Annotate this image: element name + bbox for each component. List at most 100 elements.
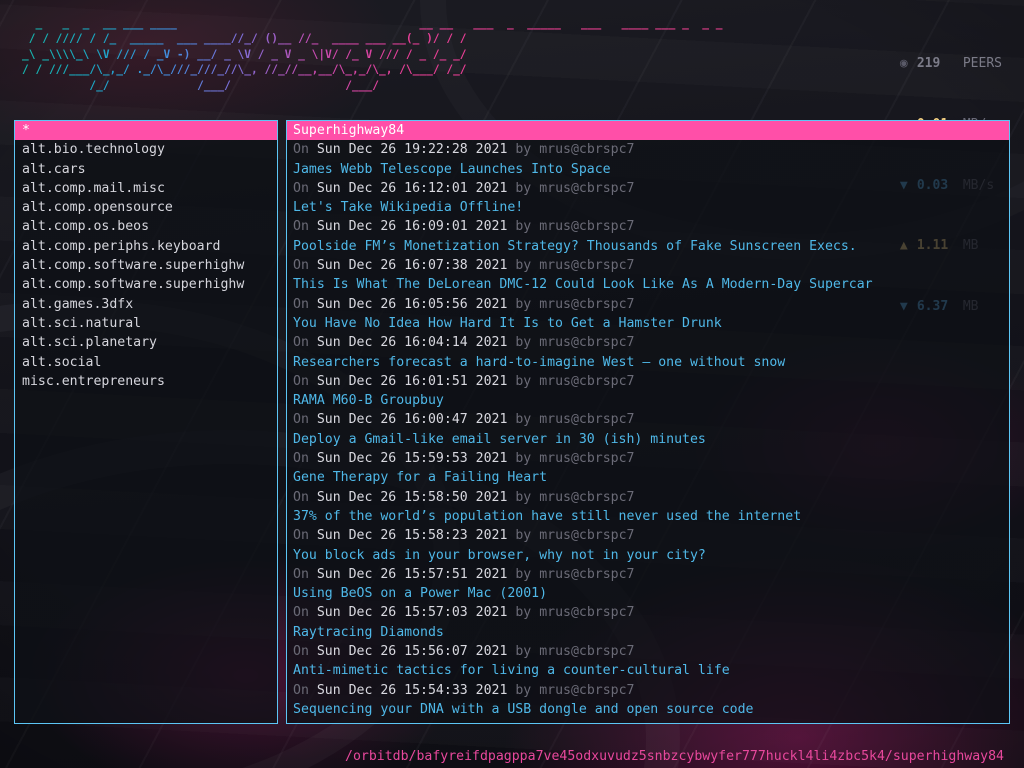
article-title[interactable]: Poolside FM’s Monetization Strategy? Tho… <box>287 237 1009 256</box>
article-timestamp: Sun Dec 26 16:09:01 2021 <box>316 219 508 235</box>
article-author: mrus@cbrspc7 <box>539 296 635 312</box>
articles-list[interactable]: Superhighway84 On Sun Dec 26 19:22:28 202… <box>287 121 1009 723</box>
article-meta-by: by <box>515 412 532 428</box>
article-title[interactable]: RAMA M60-B Groupbuy <box>287 391 1009 410</box>
article-title[interactable]: 37% of the world’s population have still… <box>287 507 1009 526</box>
groups-list[interactable]: * alt.bio.technology alt.cars alt.comp.mail… <box>15 121 277 723</box>
article-meta-by: by <box>515 180 532 196</box>
stat-peers: ◉ 219 PEERS <box>900 54 1002 74</box>
article-meta-on: On <box>293 644 309 660</box>
article-timestamp: Sun Dec 26 16:04:14 2021 <box>316 335 508 351</box>
article-meta: On Sun Dec 26 16:04:14 2021 by mrus@cbrs… <box>287 333 1009 352</box>
article-title[interactable]: Let's Take Wikipedia Offline! <box>287 198 1009 217</box>
article-meta-on: On <box>293 566 309 582</box>
peers-dot-icon: ◉ <box>899 56 908 72</box>
article-title[interactable]: Superhighway84 <box>287 121 1009 141</box>
article-author: mrus@cbrspc7 <box>539 489 635 505</box>
sidebar-group-item[interactable]: alt.comp.software.superhighw <box>15 275 277 294</box>
article-meta-by: by <box>515 682 532 698</box>
article-title[interactable]: Deploy a Gmail-like email server in 30 (… <box>287 430 1009 449</box>
sidebar-group-item[interactable]: alt.games.3dfx <box>15 295 277 314</box>
article-timestamp: Sun Dec 26 19:22:28 2021 <box>316 142 508 158</box>
article-meta-by: by <box>515 489 532 505</box>
sidebar-group-item[interactable]: alt.comp.mail.misc <box>15 179 277 198</box>
article-title[interactable]: You Have No Idea How Hard It Is to Get a… <box>287 314 1009 333</box>
articles-panel[interactable]: Superhighway84 On Sun Dec 26 19:22:28 202… <box>286 120 1010 724</box>
article-timestamp: Sun Dec 26 15:59:53 2021 <box>316 451 508 467</box>
article-meta: On Sun Dec 26 15:57:03 2021 by mrus@cbrs… <box>287 603 1009 622</box>
article-timestamp: Sun Dec 26 15:58:50 2021 <box>316 489 508 505</box>
article-timestamp: Sun Dec 26 15:56:07 2021 <box>316 644 508 660</box>
sidebar-group-item[interactable]: alt.comp.opensource <box>15 198 277 217</box>
article-meta-on: On <box>293 142 309 158</box>
article-meta-by: by <box>515 142 532 158</box>
article-meta: On Sun Dec 26 15:56:07 2021 by mrus@cbrs… <box>287 642 1009 661</box>
article-title[interactable]: James Webb Telescope Launches Into Space <box>287 160 1009 179</box>
article-meta: On Sun Dec 26 15:57:51 2021 by mrus@cbrs… <box>287 565 1009 584</box>
sidebar-group-item[interactable]: * <box>15 121 277 141</box>
article-meta-by: by <box>515 219 532 235</box>
article-meta: On Sun Dec 26 16:12:01 2021 by mrus@cbrs… <box>287 179 1009 198</box>
article-meta-on: On <box>293 412 309 428</box>
article-meta-by: by <box>515 335 532 351</box>
sidebar-group-item[interactable]: alt.sci.natural <box>15 314 277 333</box>
sidebar-group-item[interactable]: alt.bio.technology <box>15 140 277 159</box>
article-meta-on: On <box>293 489 309 505</box>
sidebar-group-item[interactable]: alt.comp.periphs.keyboard <box>15 237 277 256</box>
article-meta-on: On <box>293 219 309 235</box>
sidebar-group-item[interactable]: alt.cars <box>15 160 277 179</box>
article-meta: On Sun Dec 26 15:54:33 2021 by mrus@cbrs… <box>287 681 1009 700</box>
article-title[interactable]: This Is What The DeLorean DMC-12 Could L… <box>287 275 1009 294</box>
article-meta: On Sun Dec 26 16:09:01 2021 by mrus@cbrs… <box>287 217 1009 236</box>
article-title[interactable]: You block ads in your browser, why not i… <box>287 546 1009 565</box>
article-timestamp: Sun Dec 26 16:01:51 2021 <box>316 373 508 389</box>
article-meta-by: by <box>515 258 532 274</box>
article-meta: On Sun Dec 26 15:59:53 2021 by mrus@cbrs… <box>287 449 1009 468</box>
article-author: mrus@cbrspc7 <box>539 451 635 467</box>
article-timestamp: Sun Dec 26 16:12:01 2021 <box>316 180 508 196</box>
article-timestamp: Sun Dec 26 15:57:03 2021 <box>316 605 508 621</box>
article-meta-by: by <box>515 296 532 312</box>
article-meta-on: On <box>293 258 309 274</box>
article-meta-on: On <box>293 605 309 621</box>
superhighway84-window: _ _ _ __ ___ ____ __ __ ___ _ _____ ___ … <box>0 0 1024 768</box>
article-author: mrus@cbrspc7 <box>539 180 635 196</box>
article-meta-by: by <box>515 644 532 660</box>
peers-unit: PEERS <box>962 56 1002 72</box>
article-timestamp: Sun Dec 26 16:07:38 2021 <box>316 258 508 274</box>
article-author: mrus@cbrspc7 <box>539 528 635 544</box>
article-meta-on: On <box>293 682 309 698</box>
article-meta-on: On <box>293 373 309 389</box>
article-title[interactable]: Gene Therapy for a Failing Heart <box>287 468 1009 487</box>
app-logo-ascii: _ _ _ __ ___ ____ __ __ ___ _ _____ ___ … <box>22 17 723 92</box>
article-meta-by: by <box>515 528 532 544</box>
sidebar-group-item[interactable]: alt.social <box>15 353 277 372</box>
sidebar-group-item[interactable]: alt.comp.software.superhighw <box>15 256 277 275</box>
article-meta-by: by <box>515 605 532 621</box>
article-title[interactable]: Using BeOS on a Power Mac (2001) <box>287 584 1009 603</box>
article-timestamp: Sun Dec 26 15:58:23 2021 <box>316 528 508 544</box>
article-meta-by: by <box>515 566 532 582</box>
article-title[interactable]: Researchers forecast a hard-to-imagine W… <box>287 353 1009 372</box>
article-author: mrus@cbrspc7 <box>539 373 635 389</box>
database-address-bar: /orbitdb/bafyreifdpagppa7ve45odxuvudz5sn… <box>345 749 1004 764</box>
sidebar-group-item[interactable]: misc.entrepreneurs <box>15 372 277 391</box>
sidebar-group-item[interactable]: alt.comp.os.beos <box>15 217 277 236</box>
groups-sidebar-panel[interactable]: * alt.bio.technology alt.cars alt.comp.mail… <box>14 120 278 724</box>
sidebar-group-item[interactable]: alt.sci.planetary <box>15 333 277 352</box>
article-author: mrus@cbrspc7 <box>539 682 635 698</box>
article-meta-on: On <box>293 180 309 196</box>
article-timestamp: Sun Dec 26 15:57:51 2021 <box>316 566 508 582</box>
article-title[interactable]: Sequencing your DNA with a USB dongle an… <box>287 700 1009 719</box>
article-title[interactable]: Anti-mimetic tactics for living a counte… <box>287 661 1009 680</box>
article-timestamp: Sun Dec 26 16:00:47 2021 <box>316 412 508 428</box>
article-title[interactable]: Raytracing Diamonds <box>287 623 1009 642</box>
article-meta-on: On <box>293 528 309 544</box>
article-author: mrus@cbrspc7 <box>539 412 635 428</box>
article-meta: On Sun Dec 26 16:05:56 2021 by mrus@cbrs… <box>287 295 1009 314</box>
article-author: mrus@cbrspc7 <box>539 605 635 621</box>
article-meta: On Sun Dec 26 16:00:47 2021 by mrus@cbrs… <box>287 410 1009 429</box>
peers-value: 219 <box>916 56 941 72</box>
article-author: mrus@cbrspc7 <box>539 258 635 274</box>
article-timestamp: Sun Dec 26 15:54:33 2021 <box>316 682 508 698</box>
